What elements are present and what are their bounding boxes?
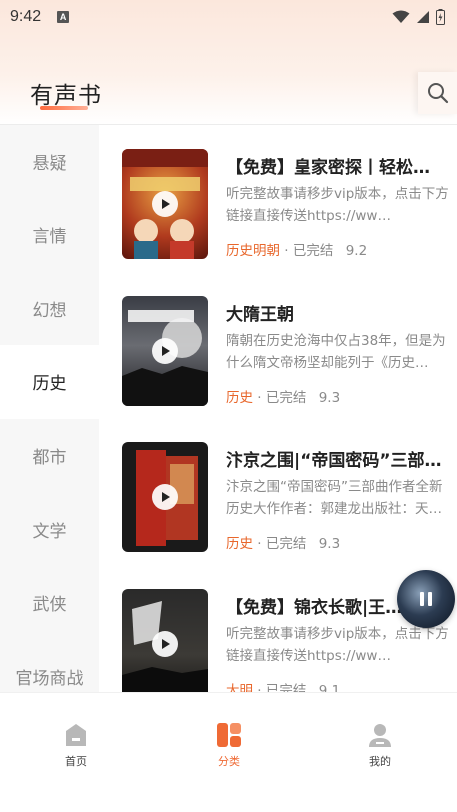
book-status: · 已完结 (284, 243, 334, 259)
home-icon (66, 724, 86, 746)
sidebar-item-officialdom[interactable]: 官场商战 (0, 640, 99, 692)
sidebar-item-suspense[interactable]: 悬疑 (0, 125, 99, 198)
play-icon (162, 492, 170, 502)
status-bar: 9:42 A (0, 0, 457, 34)
play-icon (162, 199, 170, 209)
category-sidebar: 悬疑 言情 幻想 历史 都市 文学 武侠 官场商战 (0, 125, 99, 692)
search-icon (427, 83, 448, 104)
book-cover[interactable] (122, 149, 208, 259)
sidebar-item-fantasy[interactable]: 幻想 (0, 272, 99, 346)
book-title: 大隋王朝 (226, 305, 294, 325)
wifi-icon (392, 10, 410, 23)
nav-home-label: 首页 (65, 755, 87, 768)
list-item[interactable]: 【免费】皇家密探丨轻松… 听完整故事请移步vip版本，点击下方链接直接传送htt… (99, 149, 457, 269)
book-category: 历史 (226, 536, 253, 552)
book-meta: 历史明朝 · 已完结 9.2 (226, 239, 367, 259)
status-icons (392, 9, 445, 25)
nav-category[interactable]: 分类 (189, 721, 269, 769)
book-score: 9.1 (318, 683, 341, 692)
book-score: 9.2 (345, 243, 368, 259)
book-cover[interactable] (122, 296, 208, 406)
sidebar-item-wuxia[interactable]: 武侠 (0, 566, 99, 640)
play-button[interactable] (152, 191, 178, 217)
book-category: 历史 (226, 390, 253, 406)
book-description: 听完整故事请移步vip版本，点击下方链接直接传送https://ww… (226, 626, 449, 664)
book-meta: 历史 · 已完结 9.3 (226, 386, 340, 406)
sidebar-item-literature[interactable]: 文学 (0, 492, 99, 566)
book-cover[interactable] (122, 442, 208, 552)
nav-profile-label: 我的 (369, 755, 391, 768)
pause-icon[interactable] (420, 592, 432, 606)
nav-profile[interactable]: 我的 (340, 721, 420, 769)
book-score: 9.3 (318, 390, 341, 406)
sidebar-item-urban[interactable]: 都市 (0, 419, 99, 493)
title-underline (40, 106, 88, 110)
floating-player[interactable] (397, 570, 455, 628)
nav-category-label: 分类 (218, 755, 240, 768)
battery-icon (436, 9, 445, 25)
signal-icon (417, 11, 429, 23)
book-score: 9.3 (318, 536, 341, 552)
notification-icon: A (57, 11, 70, 23)
page-header: 有声书 (0, 70, 457, 120)
book-title: 【免费】皇家密探丨轻松… (226, 158, 430, 178)
page-title: 有声书 (30, 83, 102, 109)
book-cover[interactable] (122, 589, 208, 692)
book-description: 隋朝在历史沧海中仅占38年，但是为什么隋文帝杨坚却能列于《历史… (226, 333, 446, 371)
play-button[interactable] (152, 338, 178, 364)
bottom-nav: 首页 分类 我的 (0, 692, 457, 812)
book-category: 大明 (226, 683, 253, 692)
sidebar-item-history[interactable]: 历史 (0, 345, 99, 419)
list-item[interactable]: 汴京之围|“帝国密码”三部… 汴京之围“帝国密码”三部曲作者全新历史大作作者：郭… (99, 442, 457, 562)
book-description: 汴京之围“帝国密码”三部曲作者全新历史大作作者：郭建龙出版社：天… (226, 479, 443, 517)
play-icon (162, 639, 170, 649)
book-meta: 历史 · 已完结 9.3 (226, 532, 340, 552)
play-button[interactable] (152, 631, 178, 657)
nav-home[interactable]: 首页 (36, 721, 116, 769)
list-item[interactable]: 大隋王朝 隋朝在历史沧海中仅占38年，但是为什么隋文帝杨坚却能列于《历史… 历史… (99, 296, 457, 416)
book-meta: 大明 · 已完结 9.1 (226, 679, 340, 692)
book-category: 历史明朝 (226, 243, 280, 259)
category-icon (217, 723, 241, 747)
sidebar-item-romance[interactable]: 言情 (0, 198, 99, 272)
book-status: · 已完结 (257, 683, 307, 692)
search-button[interactable] (418, 72, 457, 114)
book-description: 听完整故事请移步vip版本，点击下方链接直接传送https://ww… (226, 186, 449, 224)
play-icon (162, 346, 170, 356)
profile-icon (369, 724, 391, 747)
book-status: · 已完结 (257, 390, 307, 406)
play-button[interactable] (152, 484, 178, 510)
status-time: 9:42 (10, 8, 42, 25)
book-status: · 已完结 (257, 536, 307, 552)
book-title: 汴京之围|“帝国密码”三部… (226, 451, 442, 471)
